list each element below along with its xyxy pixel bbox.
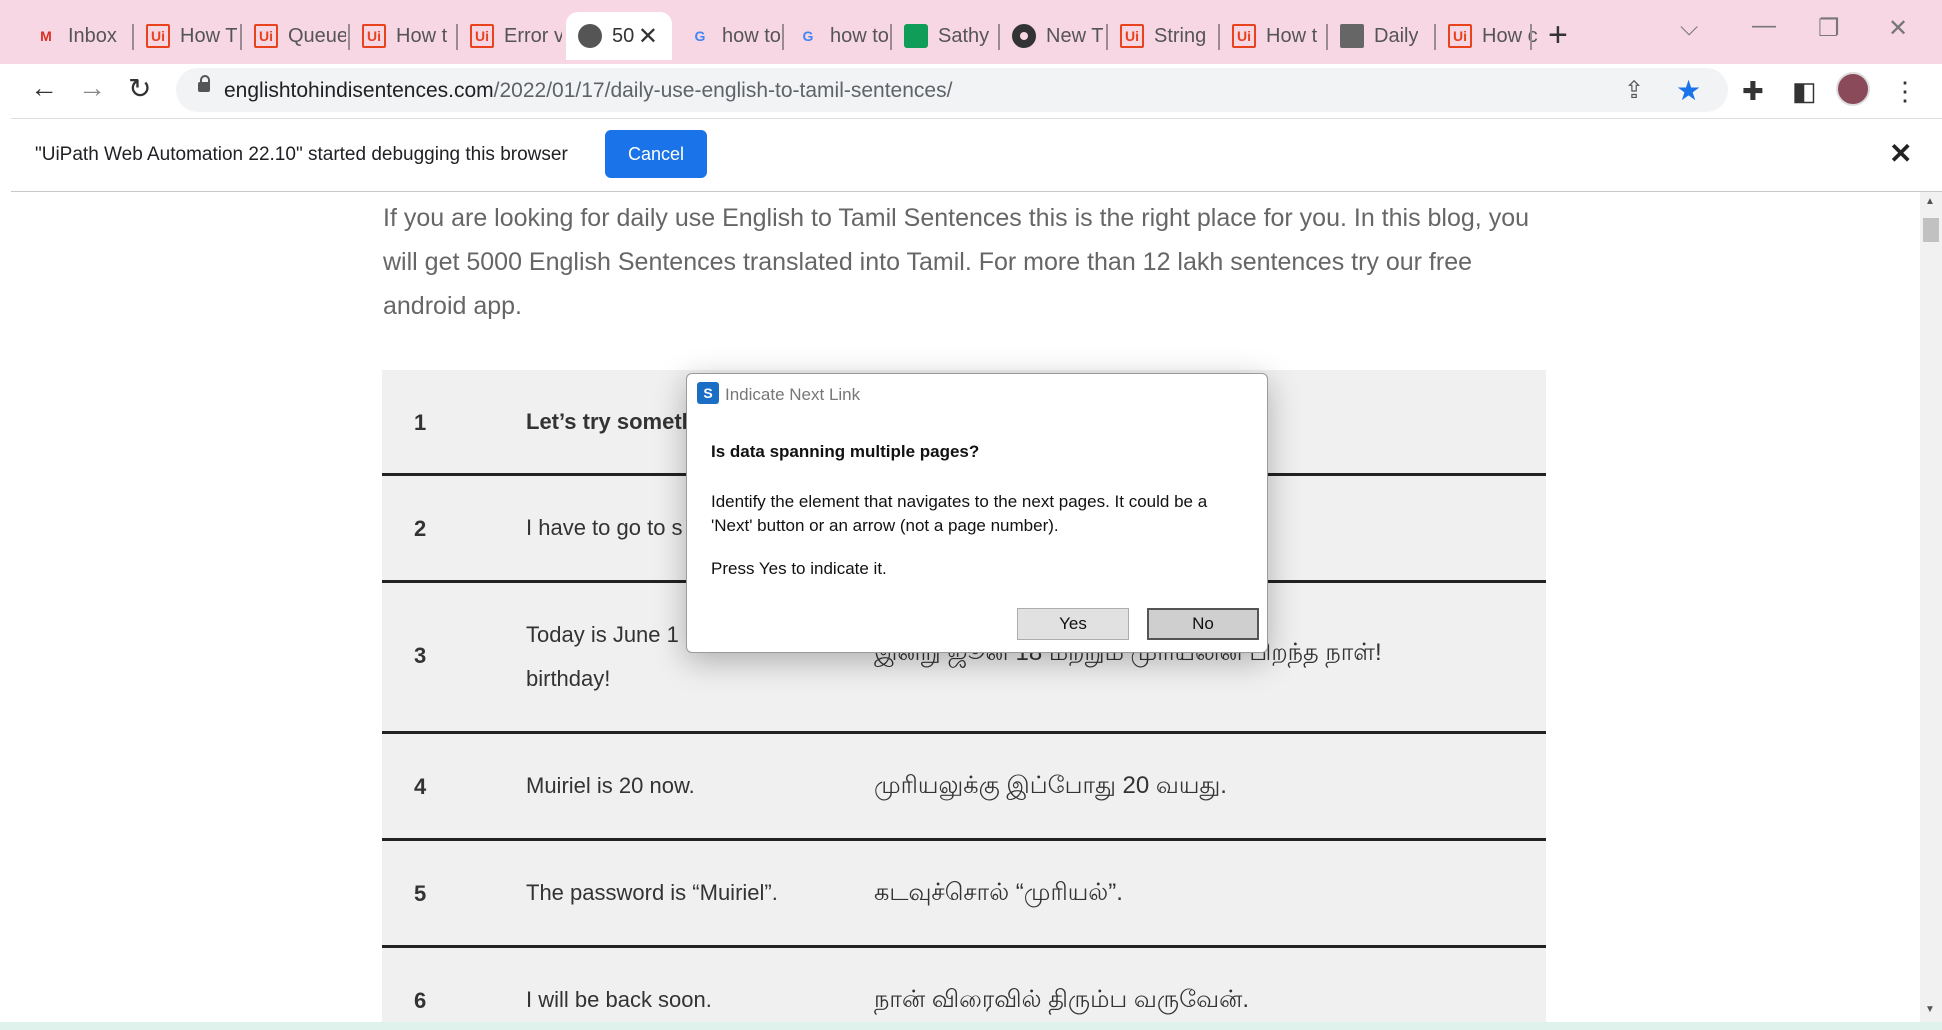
cancel-debugging-button[interactable]: Cancel: [605, 130, 707, 178]
no-button[interactable]: No: [1147, 608, 1259, 640]
uipath-studio-icon: S: [697, 382, 719, 404]
dialog-body: Identify the element that navigates to t…: [711, 492, 1208, 535]
table-row: 5 The password is “Muiriel”. கடவுச்சொல் …: [382, 841, 1546, 948]
tab-title: Daily: [1374, 24, 1419, 47]
tab-title: how to: [830, 24, 888, 47]
yes-button[interactable]: Yes: [1017, 608, 1129, 640]
close-window-icon[interactable]: ✕: [1888, 14, 1908, 43]
minimize-icon[interactable]: —: [1752, 12, 1776, 40]
close-tab-icon[interactable]: ✕: [638, 22, 658, 51]
tab-sathy[interactable]: Sathy: [892, 12, 996, 60]
uipath-icon: Ui: [470, 24, 494, 48]
uipath-icon: Ui: [1232, 24, 1256, 48]
tamil-sentence: முரியலுக்கு இப்போது 20 வயது.: [874, 772, 1227, 799]
page-scrollbar[interactable]: ▲ ▼: [1920, 192, 1942, 1022]
row-number: 5: [414, 881, 427, 906]
video-icon: [1340, 24, 1364, 48]
uipath-icon: Ui: [146, 24, 170, 48]
url-domain: englishtohindisentences.com: [224, 79, 494, 102]
row-number: 2: [414, 516, 427, 541]
tab-title: String: [1154, 24, 1207, 47]
uipath-icon: Ui: [1448, 24, 1472, 48]
uipath-icon: Ui: [362, 24, 386, 48]
scroll-up-arrow-icon[interactable]: ▲: [1925, 196, 1935, 207]
english-sentence: I will be back soon.: [526, 987, 712, 1012]
globe-icon: [578, 24, 602, 48]
row-number: 6: [414, 988, 427, 1013]
tab-error[interactable]: Ui Error v: [458, 12, 562, 60]
side-panel-icon[interactable]: ◧: [1792, 76, 1817, 107]
uipath-icon: Ui: [254, 24, 278, 48]
tab-inbox[interactable]: M Inbox: [22, 12, 132, 60]
lock-icon[interactable]: [198, 75, 210, 92]
tab-daily[interactable]: Daily: [1328, 12, 1432, 60]
scroll-down-arrow-icon[interactable]: ▼: [1925, 1004, 1935, 1015]
tab-title: 50: [612, 24, 635, 47]
new-tab-plus-icon[interactable]: +: [1548, 18, 1568, 52]
tab-separator: [1530, 24, 1532, 50]
forward-icon[interactable]: →: [78, 72, 106, 104]
row-number: 4: [414, 774, 427, 799]
english-sentence: Muiriel is 20 now.: [526, 773, 695, 798]
tab-how-to[interactable]: Ghow to: [676, 12, 780, 60]
gmail-icon: M: [40, 28, 52, 44]
tab-title: How T: [180, 24, 238, 47]
dialog-instruction: Press Yes to indicate it.: [711, 559, 887, 578]
tab-queue[interactable]: Ui Queue: [242, 12, 346, 60]
url-text[interactable]: englishtohindisentences.com/2022/01/17/d…: [224, 79, 952, 103]
tab-title: Error v: [504, 24, 562, 47]
tab-how-t[interactable]: Ui How T: [134, 12, 238, 60]
back-icon[interactable]: ←: [30, 72, 58, 104]
url-path: /2022/01/17/daily-use-english-to-tamil-s…: [493, 79, 953, 102]
google-icon: G: [694, 28, 706, 44]
intro-paragraph: If you are looking for daily use English…: [383, 204, 1529, 320]
table-row: 4 Muiriel is 20 now. முரியலுக்கு இப்போது…: [382, 734, 1546, 841]
tab-title: Inbox: [68, 24, 117, 47]
tamil-sentence: கடவுச்சொல் “முரியல்”.: [874, 879, 1123, 906]
indicate-next-link-dialog: S Indicate Next Link Is data spanning mu…: [686, 373, 1268, 653]
chrome-icon: [1012, 24, 1036, 48]
tab-how-t-2[interactable]: Ui How t: [350, 12, 454, 60]
tamil-sentence: நான் விரைவில் திரும்ப வருவேன்.: [874, 986, 1250, 1013]
bottom-strip: [0, 1022, 1942, 1030]
scroll-thumb[interactable]: [1923, 218, 1939, 242]
menu-kebab-icon[interactable]: ⋮: [1892, 76, 1918, 107]
row-number: 3: [414, 643, 427, 668]
tab-active[interactable]: 50 ✕: [566, 12, 672, 60]
row-number: 1: [414, 410, 427, 435]
google-icon: G: [802, 28, 814, 44]
tab-new-t[interactable]: New T: [1000, 12, 1104, 60]
tab-title: How t: [396, 24, 448, 47]
tab-how-c[interactable]: Ui How c: [1436, 12, 1540, 60]
tab-search-chevron-icon[interactable]: ⌵: [1680, 14, 1698, 42]
tab-title: Sathy: [938, 24, 990, 47]
english-sentence: The password is “Muiriel”.: [526, 880, 778, 905]
restore-icon[interactable]: ❐: [1818, 14, 1840, 43]
bookmark-star-icon[interactable]: ★: [1676, 74, 1701, 107]
chat-icon: [904, 24, 928, 48]
profile-avatar[interactable]: [1836, 72, 1870, 106]
dialog-title: Indicate Next Link: [725, 385, 861, 404]
tab-title: Queue: [288, 24, 346, 47]
tab-how-t-3[interactable]: Ui How t: [1220, 12, 1324, 60]
tab-how-to-2[interactable]: Ghow to: [784, 12, 888, 60]
tab-string[interactable]: Ui String: [1108, 12, 1218, 60]
tab-title: how to: [722, 24, 780, 47]
uipath-icon: Ui: [1120, 24, 1144, 48]
share-icon[interactable]: ⇪: [1624, 76, 1644, 105]
tab-title: How t: [1266, 24, 1318, 47]
reload-icon[interactable]: ↻: [128, 72, 151, 105]
address-bar[interactable]: englishtohindisentences.com/2022/01/17/d…: [176, 68, 1728, 112]
browser-toolbar: ← → ↻ englishtohindisentences.com/2022/0…: [0, 64, 1942, 118]
close-infobar-icon[interactable]: ✕: [1889, 137, 1912, 170]
tab-title: New T: [1046, 24, 1104, 47]
infobar-message: "UiPath Web Automation 22.10" started de…: [35, 144, 568, 165]
tab-strip: M Inbox Ui How T Ui Queue Ui How t Ui Error v…: [0, 0, 1942, 64]
table-row: 6 I will be back soon. நான் விரைவில் திர…: [382, 948, 1546, 1030]
debugging-infobar: "UiPath Web Automation 22.10" started de…: [11, 119, 1942, 192]
extensions-puzzle-icon[interactable]: ✚: [1742, 76, 1764, 107]
dialog-heading: Is data spanning multiple pages?: [711, 442, 980, 461]
